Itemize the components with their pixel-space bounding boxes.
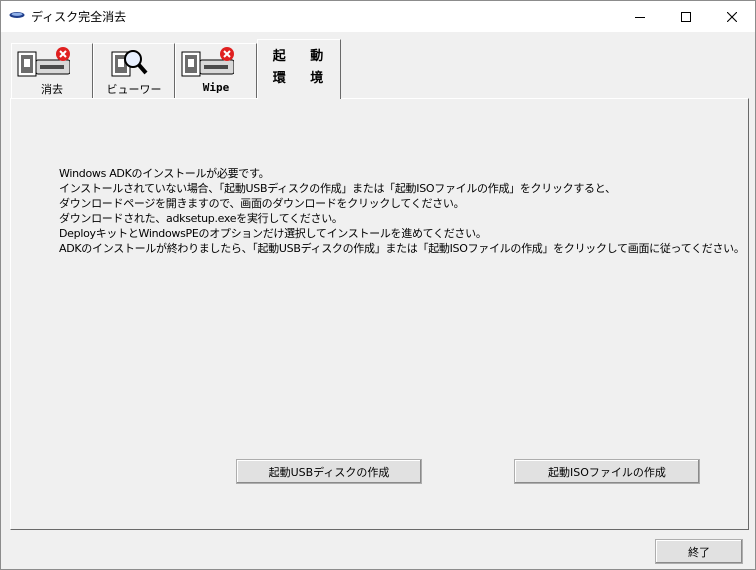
info-line: DeployキットとWindowsPEのオプションだけ選択してインストールを進め… — [59, 227, 487, 240]
close-icon — [727, 11, 737, 22]
tab-label-viewer: ビューワー — [106, 83, 162, 96]
info-line: インストールされていない場合、「起動USBディスクの作成」または「起動ISOファ… — [59, 182, 616, 195]
info-line: Windows ADKのインストールが必要です。 — [59, 167, 270, 180]
tab-boot-environment[interactable]: 起 動 環 境 — [257, 39, 341, 99]
tab-viewer[interactable]: ビューワー — [93, 43, 175, 98]
info-line: ADKのインストールが終わりましたら、「起動USBディスクの作成」または「起動I… — [59, 242, 745, 255]
tab-label-wipe: Wipe — [202, 81, 230, 94]
tab-label-line2: 環 境 — [272, 71, 334, 86]
tab-panel: Windows ADKのインストールが必要です。 インストールされていない場合、… — [10, 98, 749, 530]
create-iso-file-button[interactable]: 起動ISOファイルの作成 — [514, 459, 700, 484]
maximize-icon — [681, 11, 691, 22]
disk-magnifier-icon — [111, 50, 148, 77]
close-button[interactable] — [709, 1, 755, 32]
tab-label-boot-environment: 起 動 環 境 — [258, 46, 340, 90]
window-title: ディスク完全消去 — [31, 10, 127, 24]
minimize-icon — [635, 16, 645, 18]
disk-wipe-icon — [181, 47, 234, 77]
tab-erase[interactable]: 消去 — [11, 43, 93, 98]
tab-label-line1: 起 動 — [272, 49, 334, 64]
tab-wipe[interactable]: Wipe — [175, 43, 257, 98]
app-window: ディスク完全消去 消去 ビューワー Wipe 起 動 環 境 Windows A… — [0, 0, 756, 570]
disk-erase-icon — [17, 47, 70, 77]
info-line: ダウンロードされた、adksetup.exeを実行してください。 — [59, 212, 343, 225]
disk-drive-icon — [9, 12, 25, 18]
create-usb-disk-button[interactable]: 起動USBディスクの作成 — [236, 459, 422, 484]
exit-button[interactable]: 終了 — [655, 539, 743, 564]
info-line: ダウンロードページを開きますので、画面のダウンロードをクリックしてください。 — [59, 197, 465, 210]
minimize-button[interactable] — [617, 1, 663, 32]
title-bar: ディスク完全消去 — [1, 1, 755, 32]
tab-label-erase: 消去 — [41, 83, 63, 96]
maximize-button[interactable] — [663, 1, 709, 32]
info-text: Windows ADKのインストールが必要です。 インストールされていない場合、… — [59, 166, 745, 256]
